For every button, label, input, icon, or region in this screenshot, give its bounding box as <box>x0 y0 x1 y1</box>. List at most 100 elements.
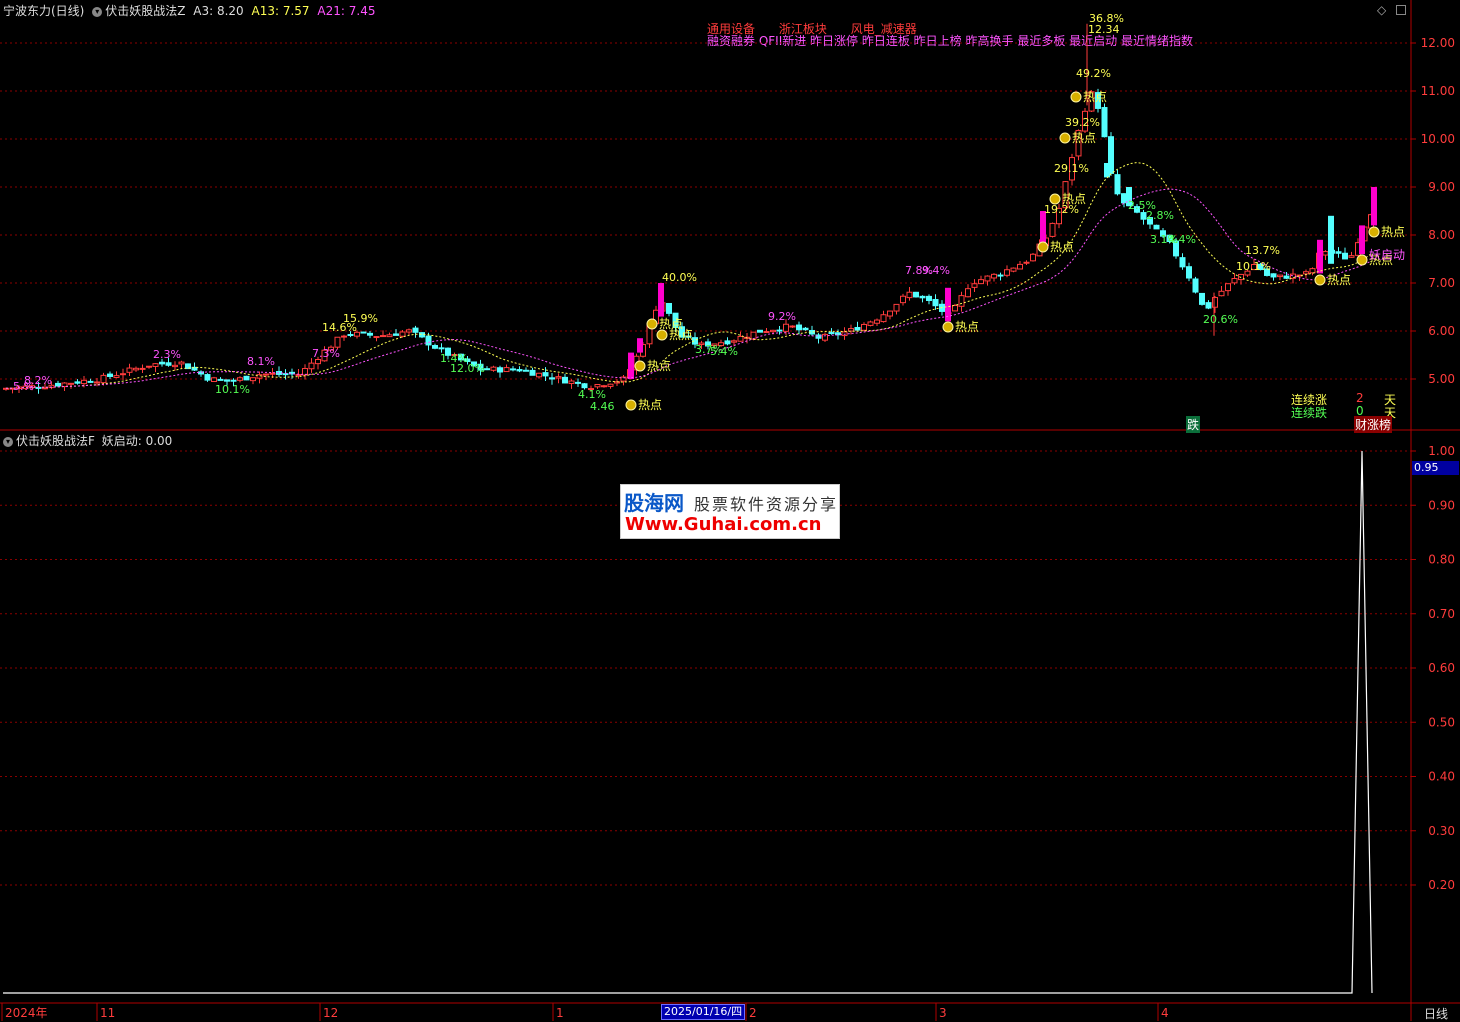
low-price-label: 4.46 <box>590 400 615 413</box>
candle-body <box>412 327 419 333</box>
pct-label: 7.3% <box>312 347 340 360</box>
consecutive-down-label: 连续跌 <box>1291 406 1328 420</box>
candle-body <box>1212 297 1218 308</box>
candle-body <box>1322 251 1329 256</box>
candle-body <box>997 274 1004 277</box>
candle-body <box>1192 278 1199 293</box>
candle-body <box>341 335 347 338</box>
date-tick-label: 4 <box>1161 1006 1169 1020</box>
candle-body <box>1303 271 1309 275</box>
hot-coin-icon <box>1070 91 1082 103</box>
price-tick-label: 6.00 <box>1428 324 1455 338</box>
candle-body <box>1179 257 1186 268</box>
pct-label: 40.0% <box>662 271 697 284</box>
highlight-candle <box>1104 163 1110 178</box>
candle-body <box>1010 267 1017 272</box>
candle-body <box>1199 292 1205 305</box>
candle-body <box>178 361 185 365</box>
price-tick-label: 11.00 <box>1421 84 1455 98</box>
sub-indicator-name[interactable]: 伏击妖股战法F <box>16 434 95 448</box>
indicator-tick-label: 0.50 <box>1428 715 1455 729</box>
candle-body <box>386 334 393 338</box>
candle-body <box>1121 193 1127 204</box>
hot-label: 热点 <box>1083 90 1107 104</box>
candle-body <box>1342 252 1348 260</box>
candle-body <box>159 361 165 365</box>
pct-label: 8.1% <box>247 355 275 368</box>
pct-label: 36.8% <box>1089 12 1124 25</box>
candle-body <box>828 332 835 335</box>
candle-body <box>484 368 490 371</box>
pct-label: 13.7% <box>1245 244 1280 257</box>
candle-body <box>854 326 861 331</box>
candle-body <box>497 367 503 373</box>
candle-body <box>360 331 367 334</box>
candle-body <box>230 379 237 382</box>
hot-label: 热点 <box>647 359 671 373</box>
candle-body <box>1231 278 1238 284</box>
pct-label: 12.0% <box>450 362 485 375</box>
hot-coin-icon <box>625 399 637 411</box>
pct-label: 4.4% <box>1168 233 1196 246</box>
indicator-tick-label: 0.30 <box>1428 824 1455 838</box>
candle-body <box>399 331 406 337</box>
candle-body <box>978 279 984 285</box>
candle-body <box>529 369 536 376</box>
price-tick-label: 9.00 <box>1428 180 1455 194</box>
candle-body <box>763 331 770 334</box>
candle-body <box>133 367 139 371</box>
hot-label: 热点 <box>1381 225 1405 239</box>
candle-body <box>906 291 913 299</box>
candle-body <box>867 321 874 326</box>
candle-body <box>1218 290 1225 297</box>
candle-body <box>913 291 919 298</box>
candle-body <box>269 372 276 375</box>
candle-body <box>971 283 978 288</box>
candle-body <box>393 333 399 336</box>
candle-body <box>55 382 61 387</box>
candle-body <box>172 364 178 368</box>
sub-indicator-value: 妖启动: 0.00 <box>101 434 173 448</box>
candle-body <box>432 345 438 349</box>
hot-coin-icon <box>1356 254 1368 266</box>
candle-body <box>1030 253 1036 262</box>
candle-body <box>139 367 146 370</box>
watermark-logo: 股海网 股票软件资源分享 Www.Guhai.com.cn <box>620 484 840 539</box>
candle-body <box>861 323 867 331</box>
candle-body <box>1348 255 1355 258</box>
candle-body <box>536 372 542 378</box>
candle-body <box>315 359 321 365</box>
pct-label: 39.2% <box>1065 116 1100 129</box>
pct-label: 2.3% <box>153 348 181 361</box>
candle-body <box>516 369 523 372</box>
candle-body <box>919 295 926 299</box>
candle-body <box>562 376 568 384</box>
candle-body <box>1186 266 1192 279</box>
candle-body <box>94 381 100 384</box>
price-tick-label: 7.00 <box>1428 276 1455 290</box>
price-tick-label: 10.00 <box>1421 132 1455 146</box>
indicator-tick-label: 0.90 <box>1428 498 1455 512</box>
candle-body <box>243 375 250 381</box>
pct-label: 5.4% <box>710 345 738 358</box>
candle-body <box>542 372 549 377</box>
candle-body <box>250 377 256 382</box>
highlight-candle <box>1359 225 1365 255</box>
hot-coin-icon <box>1368 226 1380 238</box>
indicator-tick-label: 0.60 <box>1428 661 1455 675</box>
highlight-candle <box>1328 215 1334 264</box>
date-tick-label: 2024年 <box>5 1006 48 1020</box>
date-tick-label: 12 <box>323 1006 338 1020</box>
candle-body <box>87 380 94 383</box>
candle-body <box>1004 269 1010 276</box>
candle-body <box>334 336 341 348</box>
candle-body <box>113 375 120 378</box>
highlight-candle <box>1317 239 1323 274</box>
pct-label: 2.8% <box>1146 209 1174 222</box>
period-label[interactable]: 日线 <box>1424 1005 1448 1022</box>
price-tick-label: 12.00 <box>1421 36 1455 50</box>
highlight-candle <box>1371 187 1377 226</box>
dropdown-icon[interactable]: ▾ <box>3 436 13 447</box>
candle-body <box>152 363 159 367</box>
hot-coin-icon <box>942 321 954 333</box>
